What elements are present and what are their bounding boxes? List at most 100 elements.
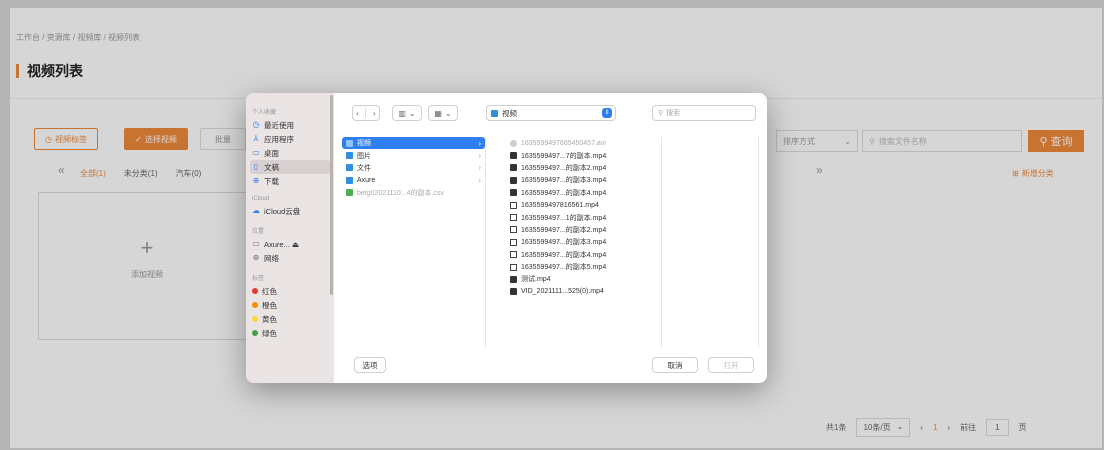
clock-icon: ◷ (252, 120, 260, 129)
item-label: 图片 (357, 152, 371, 160)
video-file-icon (510, 238, 517, 246)
list-item[interactable]: VID_2021111...525(0).mp4 (506, 286, 661, 298)
folder-icon (491, 109, 498, 117)
apps-icon: ⅄ (253, 134, 259, 143)
list-item[interactable]: 测试.mp4 (506, 273, 661, 285)
sidebar-item-desktop[interactable]: ▭ 桌面 (246, 146, 334, 160)
sidebar-item-recents[interactable]: ◷ 最近使用 (246, 118, 334, 132)
list-item[interactable]: 1635599497...1的副本.mp4 (506, 211, 661, 223)
list-item[interactable]: 1635599497...的副本4.mp4 (506, 249, 661, 261)
dialog-search-input[interactable]: ⚲ 搜索 (652, 105, 756, 121)
sidebar-item-label: 最近使用 (264, 120, 294, 130)
sidebar-item-network[interactable]: ⊕ 网络 (246, 251, 334, 265)
item-label: betg02021110...4的副本.csv (357, 189, 444, 197)
back-arrow-icon[interactable]: ‹ (356, 109, 359, 118)
list-item[interactable]: 1635599497...的副本2.mp4 (506, 224, 661, 236)
list-item[interactable]: 1635599497685450457.avi (506, 137, 661, 149)
sidebar-item-downloads[interactable]: ⊕ 下载 (246, 174, 334, 188)
folder-icon (346, 152, 353, 160)
view-mode-button[interactable]: ▥ ⌄ (392, 105, 422, 121)
sidebar-item-label: 绿色 (262, 328, 277, 338)
chevron-updown-icon: ⇕ (602, 108, 612, 118)
spreadsheet-icon (346, 189, 353, 197)
chevron-right-icon: › (478, 151, 481, 161)
options-button[interactable]: 选项 (354, 357, 386, 373)
disk-icon: ▭ (252, 239, 260, 248)
location-select[interactable]: 视频 ⇕ (486, 105, 616, 121)
list-item-axure-folder[interactable]: Axure › (342, 174, 485, 186)
video-file-icon (510, 226, 517, 234)
sidebar-item-tag-orange[interactable]: 橙色 (246, 298, 334, 312)
video-file-icon (510, 214, 517, 222)
item-label: 文件 (357, 164, 371, 172)
desktop-icon: ▭ (252, 148, 260, 157)
list-item[interactable]: 1635599497...7的副本.mp4 (506, 149, 661, 161)
open-button[interactable]: 打开 (708, 357, 754, 373)
item-label: VID_2021111...525(0).mp4 (521, 288, 604, 296)
nav-buttons: ‹ › (352, 105, 380, 121)
folder-icon (346, 164, 353, 172)
file-open-dialog: 个人收藏 ◷ 最近使用 ⅄ 应用程序 ▭ 桌面 ▯ 文稿 ⊕ 下载 iCloud… (246, 93, 767, 383)
list-item[interactable]: 1635599497...的副本3.mp4 (506, 174, 661, 186)
item-label: 1635599497...的副本5.mp4 (521, 264, 607, 272)
sidebar-item-label: 网络 (264, 253, 279, 263)
video-file-icon (510, 152, 517, 160)
sidebar-item-applications[interactable]: ⅄ 应用程序 (246, 132, 334, 146)
icloud-header: iCloud (252, 196, 270, 202)
item-label: 163559949781656​1.mp4 (521, 201, 599, 209)
grid-icon: ▦ (434, 108, 442, 118)
sidebar-item-tag-red[interactable]: 红色 (246, 284, 334, 298)
forward-arrow-icon[interactable]: › (373, 109, 376, 118)
document-icon: ▯ (253, 162, 259, 171)
sidebar-item-axure-disk[interactable]: ▭ Axure... ⏏ (246, 237, 334, 251)
sidebar-item-tag-yellow[interactable]: 黄色 (246, 312, 334, 326)
sidebar-item-label: 下载 (264, 176, 279, 186)
favorites-header: 个人收藏 (252, 110, 277, 116)
item-label: 1635599497...的副本3.mp4 (521, 177, 607, 185)
item-label: 测试.mp4 (521, 276, 551, 284)
browser-column-2: 1635599497685450457.avi 1635599497...7的副… (506, 137, 662, 347)
list-item-images-folder[interactable]: 图片 › (342, 149, 485, 161)
list-item[interactable]: 1635599497...的副本5.mp4 (506, 261, 661, 273)
sidebar-item-icloud-drive[interactable]: ☁ iCloud云盘 (246, 204, 334, 218)
green-tag-icon (252, 330, 258, 336)
chevron-right-icon: › (478, 175, 481, 185)
video-file-icon (510, 189, 517, 197)
orange-tag-icon (252, 302, 258, 308)
sidebar-item-label: 黄色 (262, 314, 277, 324)
chevron-right-icon: › (478, 138, 481, 148)
folder-icon (346, 139, 353, 147)
list-item[interactable]: 1635599497...的副本4.mp4 (506, 187, 661, 199)
locations-header: 位置 (252, 229, 265, 235)
chevron-down-icon: ⌄ (444, 108, 452, 118)
list-item-csv-file[interactable]: betg02021110...4的副本.csv (342, 187, 485, 199)
columns-view-icon: ▥ (398, 108, 406, 118)
list-item[interactable]: 163559949781656​1.mp4 (506, 199, 661, 211)
sidebar-item-label: 文稿 (264, 162, 279, 172)
cancel-button[interactable]: 取消 (652, 357, 698, 373)
location-value: 视频 (502, 108, 517, 118)
item-label: Axure (357, 176, 376, 184)
red-tag-icon (252, 288, 258, 294)
list-item[interactable]: 1635599497...的副本3.mp4 (506, 236, 661, 248)
item-label: 1635599497...的副本2.mp4 (521, 226, 607, 234)
group-by-button[interactable]: ▦ ⌄ (428, 105, 458, 121)
sidebar-item-label: 桌面 (264, 148, 279, 158)
dialog-toolbar: ‹ › ▥ ⌄ ▦ ⌄ 视频 ⇕ ⚲ 搜索 (342, 105, 757, 123)
sidebar-item-documents[interactable]: ▯ 文稿 (250, 160, 330, 174)
video-file-icon (510, 288, 517, 296)
list-item-videos-folder[interactable]: 视频 › (342, 137, 485, 150)
globe-icon: ⊕ (252, 253, 260, 262)
chevron-down-icon: ⌄ (408, 108, 416, 118)
chevron-right-icon: › (478, 163, 481, 173)
video-file-icon (510, 176, 517, 184)
sidebar-scrollbar[interactable] (330, 95, 333, 295)
list-item-files-folder[interactable]: 文件 › (342, 162, 485, 174)
sidebar-item-tag-green[interactable]: 绿色 (246, 326, 334, 340)
yellow-tag-icon (252, 316, 258, 322)
list-item[interactable]: 1635599497...的副本2.mp4 (506, 162, 661, 174)
video-file-icon (510, 263, 517, 271)
item-label: 1635599497...的副本4.mp4 (521, 251, 607, 259)
browser-column-3 (662, 137, 759, 347)
dialog-sidebar: 个人收藏 ◷ 最近使用 ⅄ 应用程序 ▭ 桌面 ▯ 文稿 ⊕ 下载 iCloud… (246, 93, 334, 383)
